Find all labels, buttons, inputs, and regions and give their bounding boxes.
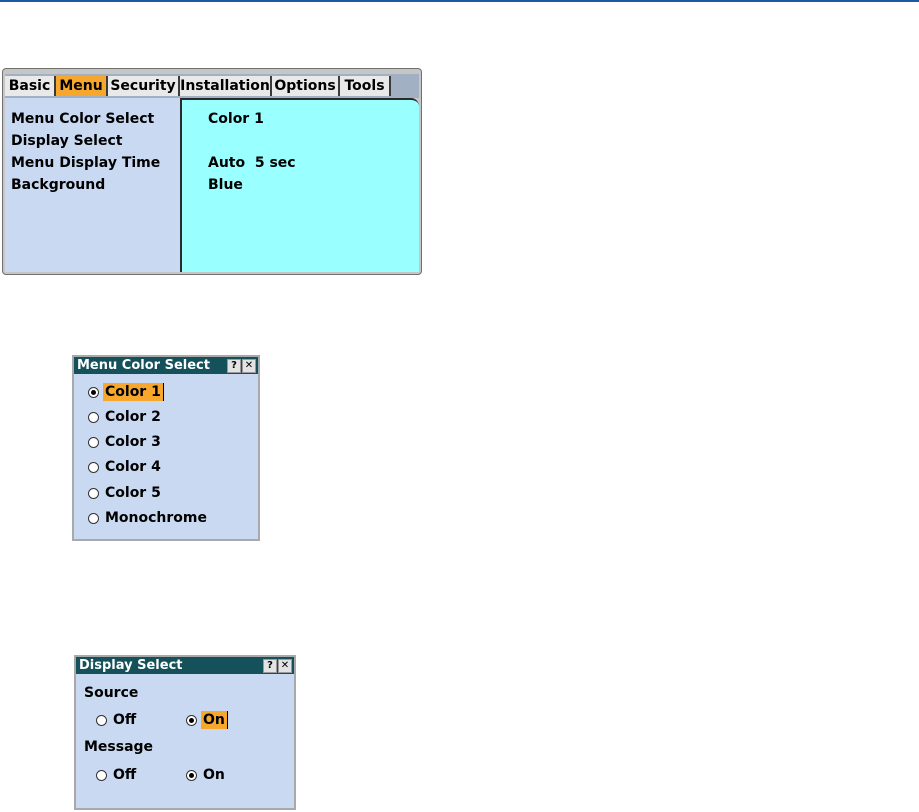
help-icon[interactable]: ? <box>227 359 241 373</box>
menu-value-pane: Color 1 Auto 5 sec Blue <box>182 98 419 272</box>
radio-option-color-3[interactable]: Color 3 <box>88 433 163 451</box>
option-label: Color 4 <box>105 459 161 475</box>
option-label: Color 2 <box>105 409 161 425</box>
option-label: Off <box>113 712 137 728</box>
menu-color-select-dialog: Menu Color Select ? ✕ Color 1 Color 2 Co… <box>72 355 260 541</box>
value-background: Blue <box>208 177 243 193</box>
close-icon[interactable]: ✕ <box>242 359 256 373</box>
value-menu-display-time: Auto 5 sec <box>208 155 296 171</box>
tab-strip: Basic Menu Security Installation Options… <box>5 74 419 98</box>
message-label: Message <box>84 739 154 755</box>
tab-basic[interactable]: Basic <box>5 76 56 96</box>
menu-item-menu-display-time[interactable]: Menu Display Time <box>11 154 160 172</box>
source-label: Source <box>84 685 139 701</box>
menu-item-list: Menu Color Select Display Select Menu Di… <box>5 98 182 272</box>
source-on-radio[interactable]: On <box>186 711 228 729</box>
radio-icon <box>96 769 107 781</box>
option-label: Off <box>113 767 137 783</box>
option-label: Color 3 <box>105 434 161 450</box>
radio-option-color-2[interactable]: Color 2 <box>88 408 163 426</box>
dialog-title: Menu Color Select <box>77 358 210 373</box>
main-menu-window: Basic Menu Security Installation Options… <box>2 68 422 275</box>
radio-option-color-1[interactable]: Color 1 <box>88 383 164 401</box>
radio-icon <box>88 487 99 499</box>
radio-option-color-5[interactable]: Color 5 <box>88 484 163 502</box>
radio-icon <box>88 461 99 473</box>
radio-icon <box>88 411 99 423</box>
tab-options[interactable]: Options <box>272 76 340 96</box>
tab-installation[interactable]: Installation <box>180 76 272 96</box>
dialog-title-bar: Menu Color Select ? ✕ <box>74 357 258 374</box>
radio-selected-icon <box>186 769 197 781</box>
message-off-radio[interactable]: Off <box>96 766 138 784</box>
radio-selected-icon <box>88 386 99 398</box>
close-icon[interactable]: ✕ <box>278 659 292 673</box>
tab-menu[interactable]: Menu <box>56 76 108 96</box>
tab-security[interactable]: Security <box>108 76 180 96</box>
option-label: Color 1 <box>103 383 164 401</box>
radio-icon <box>96 714 107 726</box>
option-label: Color 5 <box>105 485 161 501</box>
menu-item-background[interactable]: Background <box>11 176 105 194</box>
radio-option-monochrome[interactable]: Monochrome <box>88 509 209 527</box>
page-top-rule <box>0 0 919 2</box>
menu-item-display-select[interactable]: Display Select <box>11 132 122 150</box>
help-icon[interactable]: ? <box>263 659 277 673</box>
option-label: On <box>203 767 225 783</box>
dialog-title-bar: Display Select ? ✕ <box>76 657 294 674</box>
dialog-title: Display Select <box>79 658 183 673</box>
radio-icon <box>88 512 99 524</box>
option-label: Monochrome <box>105 510 208 526</box>
message-on-radio[interactable]: On <box>186 766 227 784</box>
option-label: On <box>201 711 228 729</box>
source-off-radio[interactable]: Off <box>96 711 138 729</box>
tab-tools[interactable]: Tools <box>340 76 391 96</box>
radio-icon <box>88 436 99 448</box>
value-menu-color-select: Color 1 <box>208 111 264 127</box>
radio-selected-icon <box>186 714 197 726</box>
radio-option-color-4[interactable]: Color 4 <box>88 458 163 476</box>
menu-item-menu-color-select[interactable]: Menu Color Select <box>11 110 154 128</box>
display-select-dialog: Display Select ? ✕ Source Off On Message… <box>74 655 296 810</box>
